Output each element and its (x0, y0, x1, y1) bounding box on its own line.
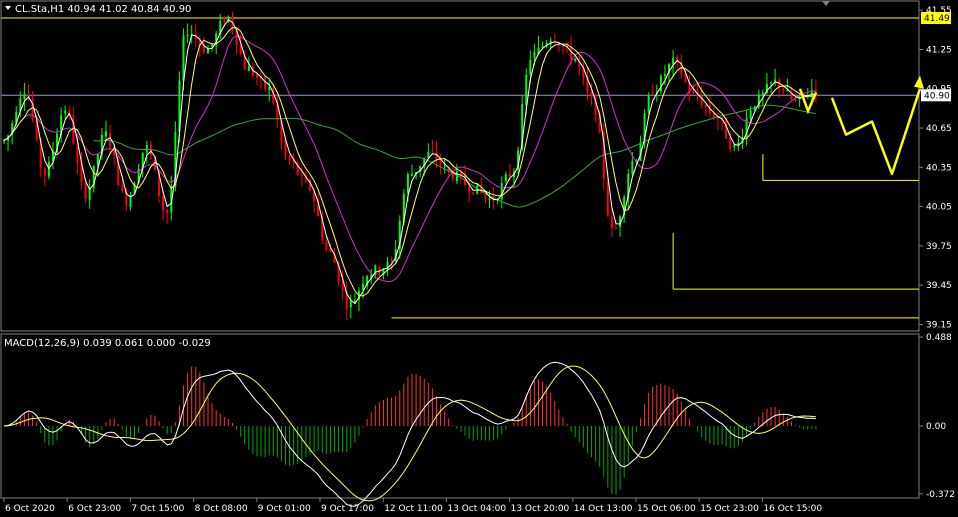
candle-body (255, 74, 258, 78)
time-tick-label: 14 Oct 13:00 (574, 504, 633, 514)
candle-body (390, 260, 393, 262)
time-tick-label: 13 Oct 04:00 (447, 504, 506, 514)
candle-body (692, 92, 695, 94)
macd-info: MACD(12,26,9) 0.039 0.061 0.000 -0.029 (4, 338, 211, 349)
macd-tick-label: 0.488 (926, 333, 952, 343)
time-tick-label: 15 Oct 23:00 (700, 504, 759, 514)
candle-body (145, 145, 148, 153)
candle-body (488, 199, 491, 201)
candle-body (761, 92, 764, 95)
candle-body (659, 75, 662, 92)
candle-body (166, 209, 169, 214)
price-tick-label: 40.65 (926, 124, 952, 134)
time-tick-label: 12 Oct 11:00 (384, 504, 443, 514)
candle-body (64, 110, 67, 114)
candle-body (325, 241, 328, 250)
candle-body (341, 282, 344, 291)
candle-body (207, 48, 209, 54)
candle-body (570, 46, 573, 60)
candle-body (782, 88, 785, 91)
candle-body (749, 110, 752, 120)
candle-body (264, 77, 267, 89)
candle-body (186, 34, 189, 37)
candle-body (504, 174, 507, 182)
candle-body (533, 52, 536, 59)
time-tick-label: 9 Oct 01:00 (258, 504, 311, 514)
time-tick-label: 13 Oct 20:00 (511, 504, 570, 514)
candle-body (96, 154, 99, 166)
candle-body (631, 161, 634, 174)
candle-body (472, 191, 475, 194)
time-tick-label: 6 Oct 2020 (5, 504, 55, 514)
candle-body (529, 60, 532, 75)
candle-body (647, 94, 650, 113)
time-tick-label: 7 Oct 15:00 (131, 504, 184, 514)
candle-body (349, 301, 352, 308)
candle-body (733, 144, 736, 148)
candle-body (500, 183, 503, 200)
candle-body (468, 187, 471, 193)
candle-body (406, 174, 409, 193)
candle-body (676, 56, 679, 60)
candle-body (484, 194, 487, 198)
candle-body (774, 79, 777, 82)
candle-body (121, 184, 124, 192)
candle-body (162, 196, 165, 211)
candle-body (268, 86, 271, 91)
candle-body (717, 117, 719, 119)
candle-body (606, 180, 609, 216)
candle-body (435, 152, 438, 160)
candle-body (615, 227, 617, 229)
time-tick-label: 9 Oct 17:00 (321, 504, 374, 514)
candle-body (288, 155, 291, 161)
candle-body (443, 166, 446, 168)
price-tag-label: 41.49 (924, 14, 950, 24)
price-tick-label: 40.35 (926, 163, 952, 173)
candle-body (431, 150, 434, 152)
candle-body (329, 249, 332, 252)
price-tick-label: 39.45 (926, 281, 952, 291)
candle-body (729, 137, 732, 150)
price-tick-label: 39.15 (926, 320, 952, 330)
candle-body (663, 74, 666, 76)
candle-body (508, 173, 511, 177)
candle-body (704, 104, 707, 107)
candle-body (561, 46, 564, 48)
macd-tick-label: 0.00 (926, 422, 946, 432)
candle-body (43, 168, 46, 176)
candle-body (247, 66, 250, 72)
trading-chart[interactable]: 41.5541.2540.9540.6540.3540.0539.7539.45… (0, 0, 958, 517)
macd-tick-label: -0.372 (926, 490, 955, 500)
candle-body (794, 99, 797, 101)
time-tick-label: 8 Oct 08:00 (195, 504, 248, 514)
candle-body (790, 90, 793, 100)
candle-body (105, 131, 107, 137)
candle-body (84, 181, 87, 200)
candle-body (770, 82, 773, 84)
candle-body (23, 94, 26, 100)
symbol-info: CL.Sta,H1 40.94 41.02 40.84 40.90 (15, 4, 191, 15)
candle-body (109, 133, 112, 148)
candle-body (525, 74, 528, 105)
candle-body (651, 93, 654, 95)
candle-body (610, 217, 613, 228)
price-tick-label: 40.05 (926, 203, 952, 213)
candle-body (378, 267, 381, 274)
price-tag-label: 40.90 (924, 91, 950, 101)
price-tick-label: 41.25 (926, 45, 952, 55)
time-tick-label: 16 Oct 15:00 (763, 504, 822, 514)
candle-body (223, 19, 226, 23)
price-tick-label: 39.75 (926, 242, 952, 252)
candle-body (300, 174, 303, 176)
time-tick-label: 15 Oct 06:00 (637, 504, 696, 514)
candle-body (574, 58, 577, 61)
time-tick-label: 6 Oct 23:00 (68, 504, 121, 514)
candle-body (411, 173, 413, 176)
candle-body (76, 144, 79, 163)
candle-body (590, 91, 593, 98)
